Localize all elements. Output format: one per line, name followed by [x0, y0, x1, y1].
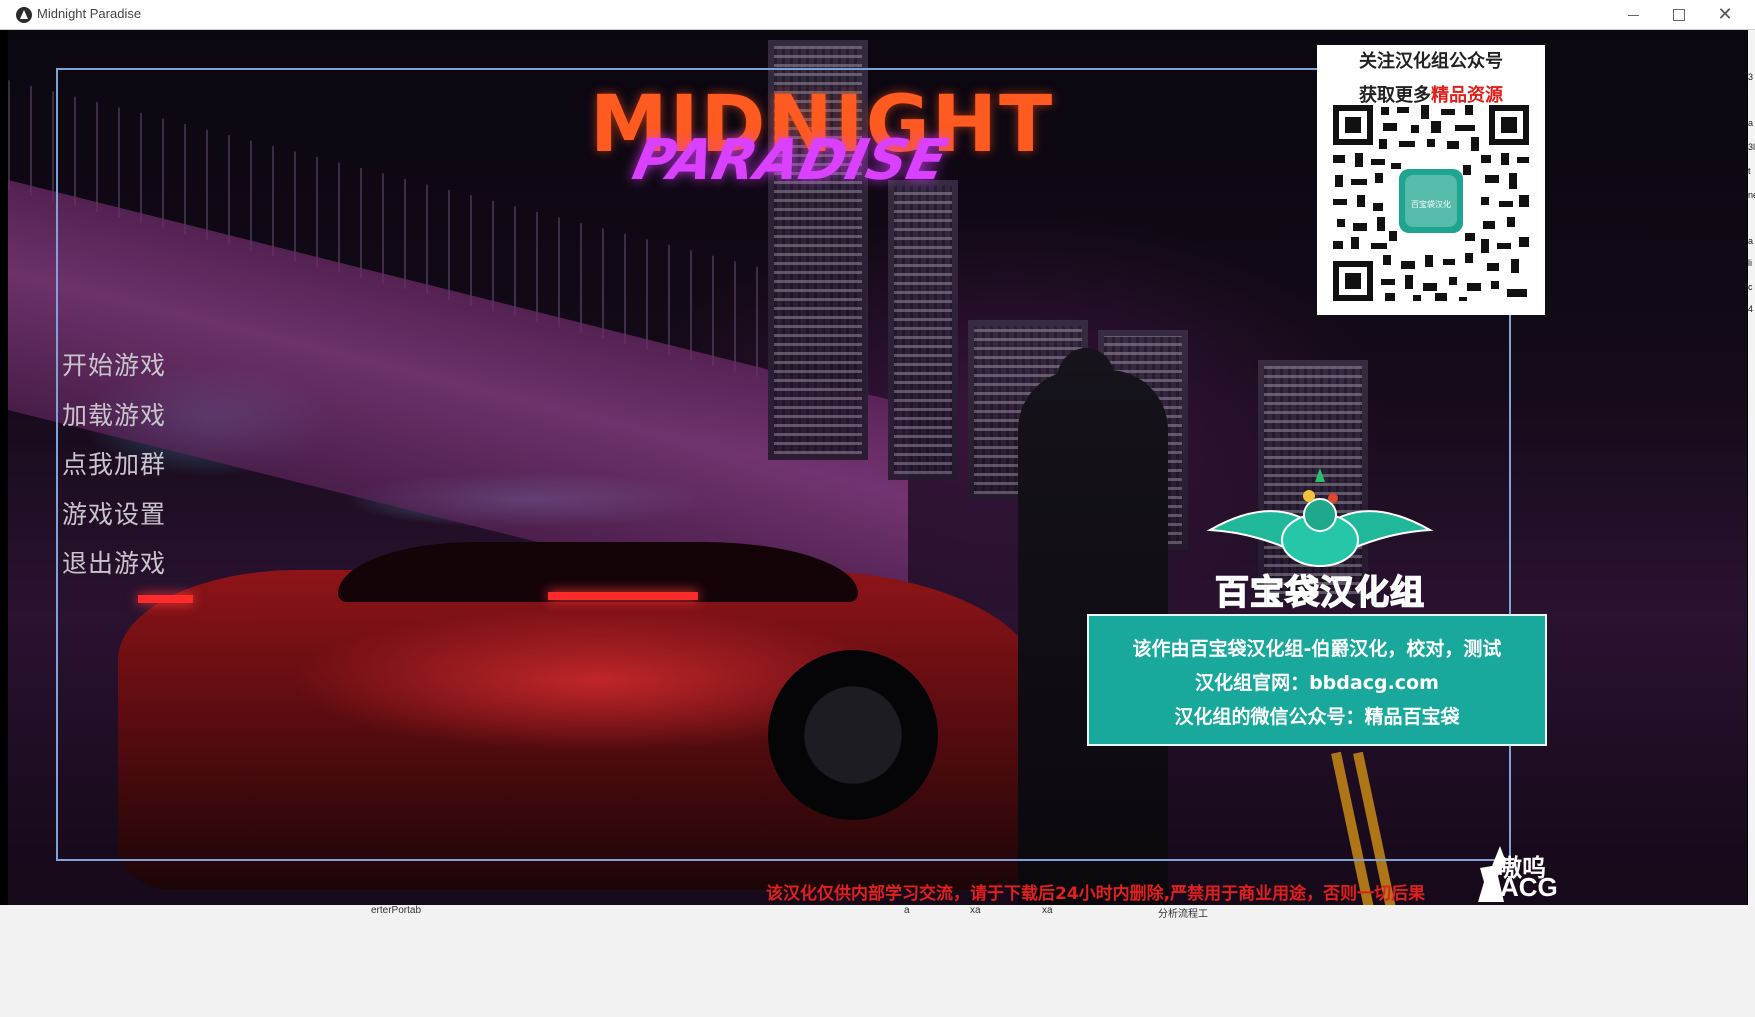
- taskbar-item[interactable]: xa: [1042, 905, 1053, 916]
- taskbar-item[interactable]: 分析流程工: [1158, 905, 1208, 920]
- background-window-edge: 3 a 3l t ne a li c 4: [1748, 30, 1755, 905]
- qr-code-icon[interactable]: 百宝袋汉化: [1331, 103, 1531, 303]
- menu-load-game[interactable]: 加载游戏: [62, 395, 166, 445]
- window-titlebar: Midnight Paradise ✕: [0, 0, 1755, 30]
- acg-watermark: 嗷呜 ACG: [1478, 842, 1558, 904]
- taskbar-item[interactable]: erterPortab: [371, 905, 421, 916]
- watermark-text-acg: ACG: [1500, 872, 1558, 902]
- game-logo-paradise: PARADISE: [627, 128, 953, 193]
- taskbar: erterPortab a xa xa 分析流程工: [0, 905, 1755, 1017]
- menu-quit-game[interactable]: 退出游戏: [62, 543, 166, 593]
- minimize-button[interactable]: [1610, 0, 1656, 30]
- menu-join-group[interactable]: 点我加群: [62, 444, 166, 494]
- qr-heading: 关注汉化组公众号: [1359, 51, 1503, 72]
- app-icon: [16, 7, 32, 23]
- maximize-icon: [1673, 9, 1685, 21]
- main-menu: 开始游戏 加载游戏 点我加群 游戏设置 退出游戏: [62, 345, 166, 593]
- info-credit-line: 该作由百宝袋汉化组-伯爵汉化，校对，测试: [1132, 638, 1502, 660]
- taskbar-item[interactable]: a: [904, 905, 910, 916]
- minimize-icon: [1627, 14, 1639, 16]
- qr-card: 关注汉化组公众号 获取更多精品资源 百宝袋汉化: [1317, 45, 1545, 315]
- maximize-button[interactable]: [1656, 0, 1702, 30]
- menu-settings[interactable]: 游戏设置: [62, 494, 166, 544]
- window-title: Midnight Paradise: [37, 6, 142, 21]
- close-icon: ✕: [1717, 4, 1733, 25]
- translator-info-box: 该作由百宝袋汉化组-伯爵汉化，校对，测试 汉化组官网：bbdacg.com 汉化…: [1087, 614, 1547, 746]
- translator-group-name: 百宝袋汉化组: [1214, 572, 1425, 614]
- close-button[interactable]: ✕: [1702, 0, 1748, 30]
- qr-center-label: 百宝袋汉化: [1411, 199, 1451, 209]
- taskbar-item[interactable]: xa: [970, 905, 981, 916]
- info-wechat-line: 汉化组的微信公众号：精品百宝袋: [1174, 706, 1460, 728]
- menu-start-game[interactable]: 开始游戏: [62, 345, 166, 395]
- disclaimer-banner: 该汉化仅供内部学习交流，请于下载后24小时内删除,严禁用于商业用途，否则一切后果: [766, 884, 1426, 904]
- info-website-line: 汉化组官网：bbdacg.com: [1195, 672, 1439, 694]
